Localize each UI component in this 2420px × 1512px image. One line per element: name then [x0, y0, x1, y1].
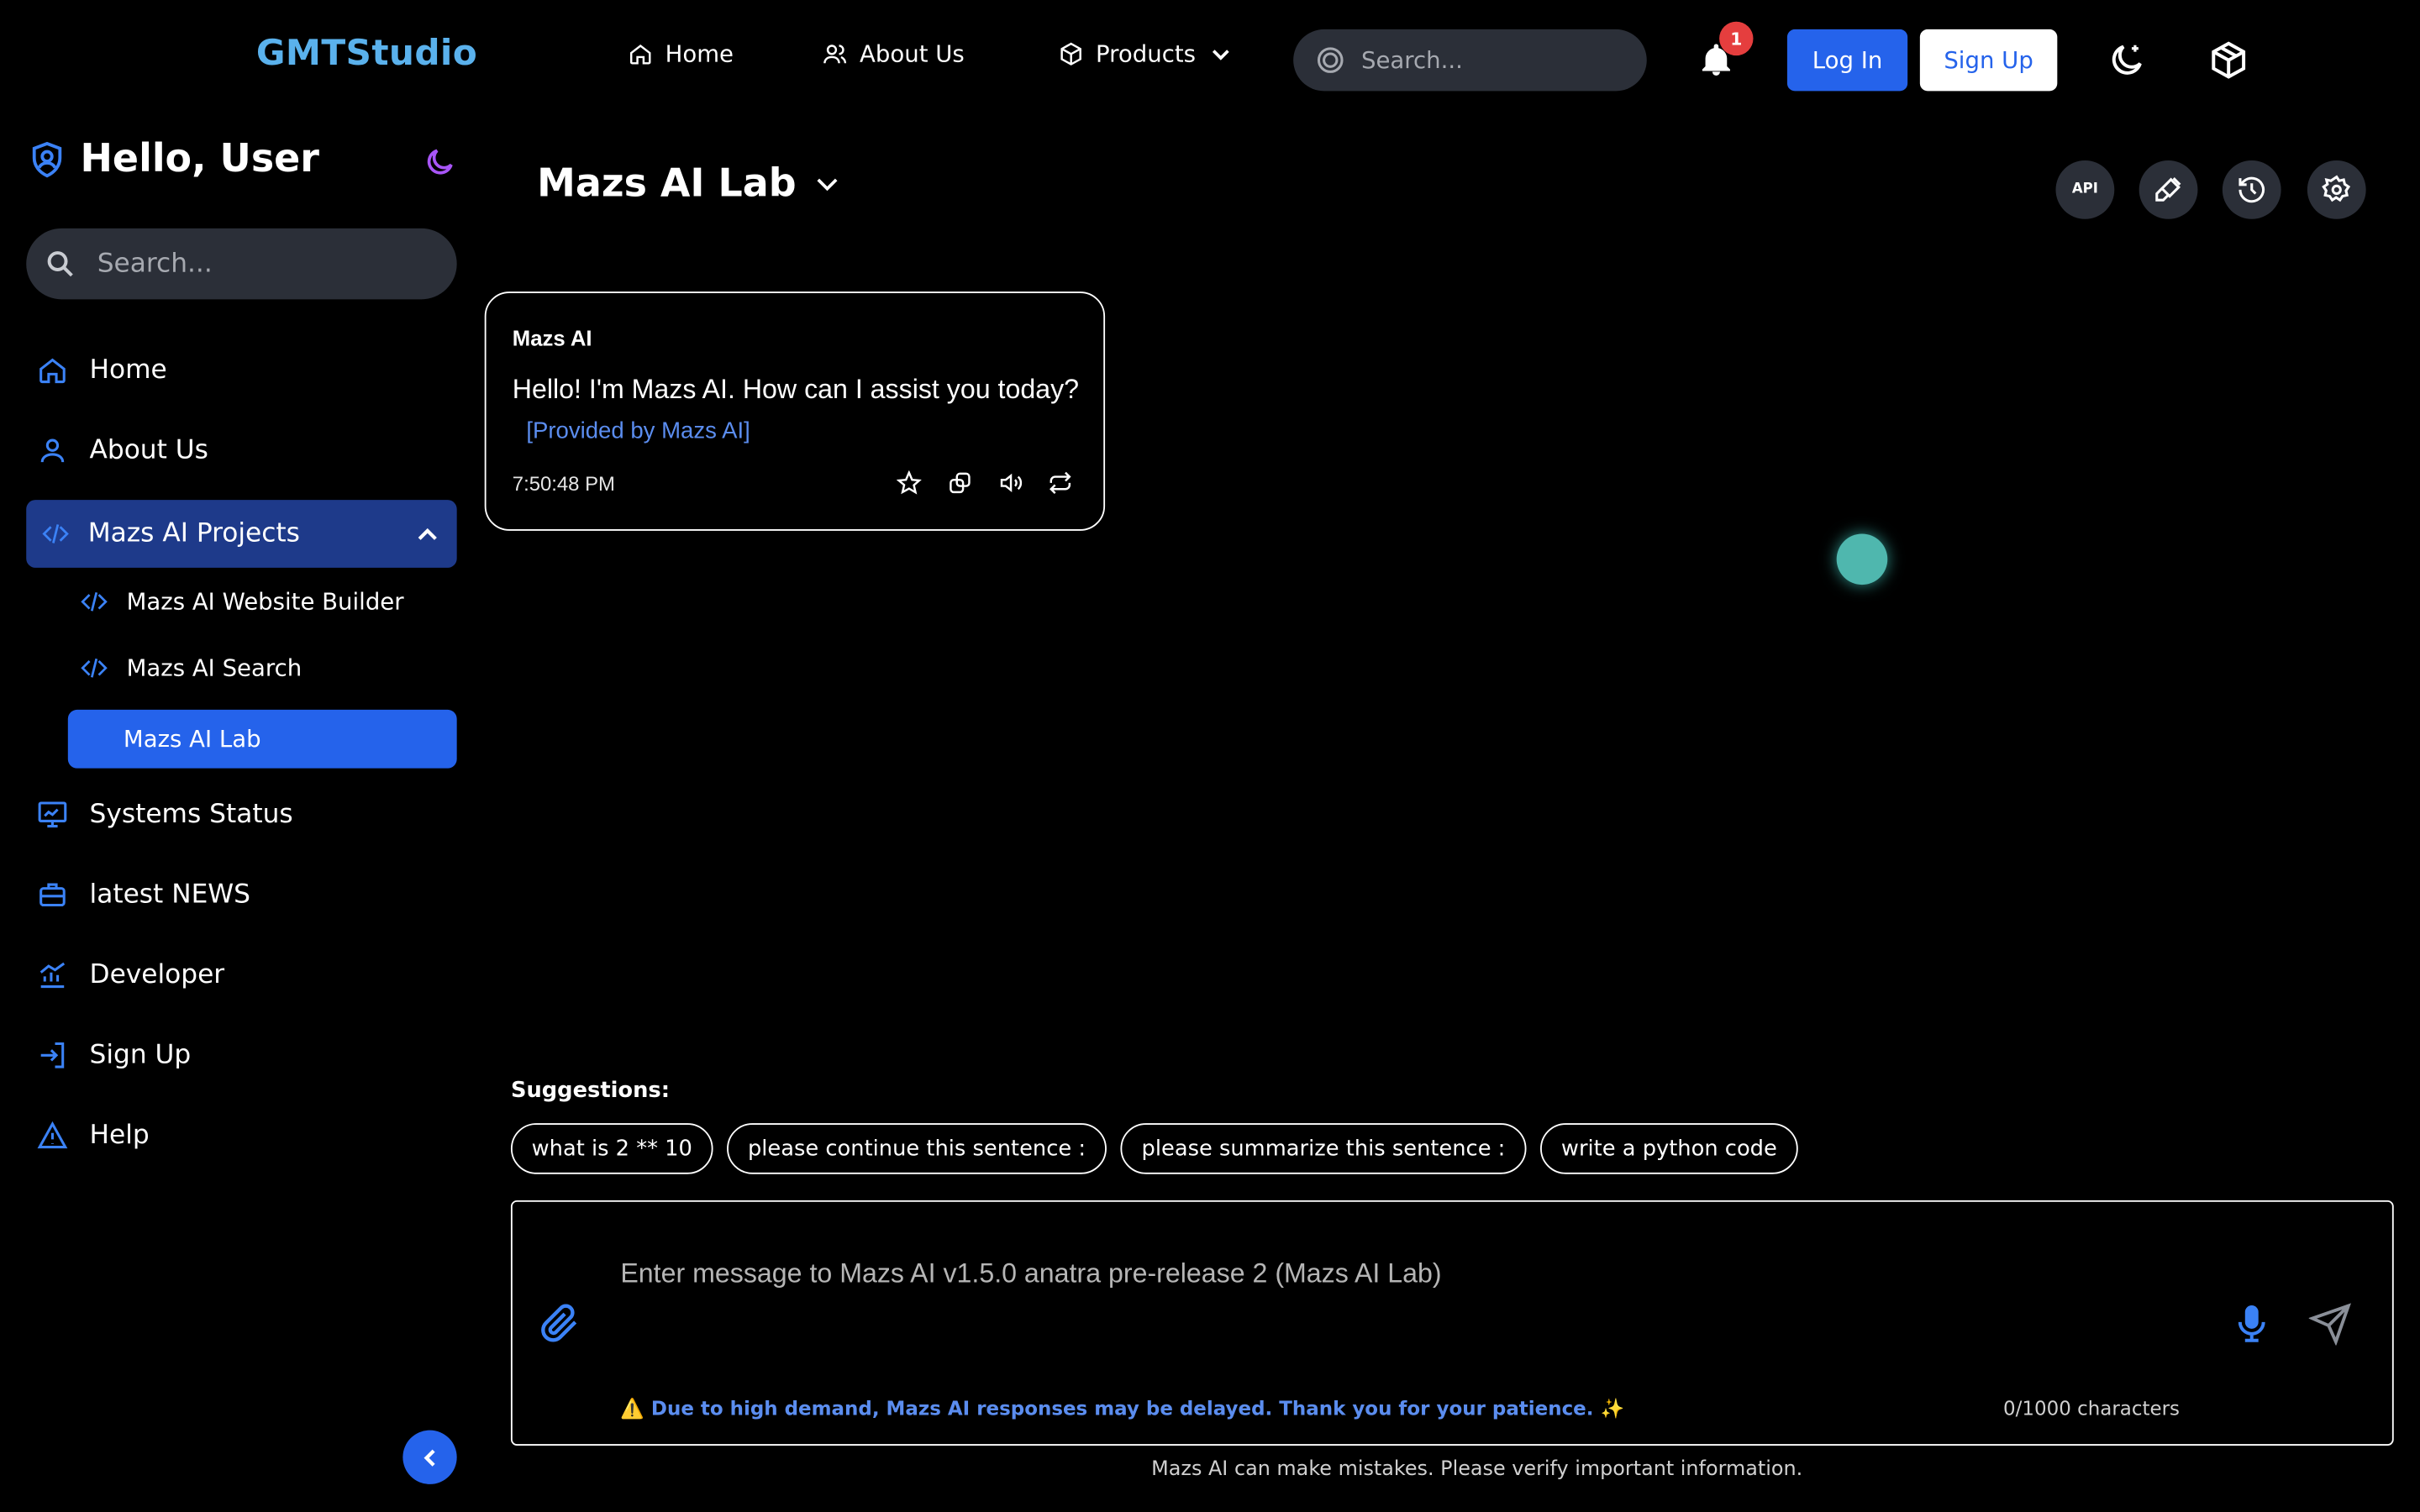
status-orb — [1836, 533, 1888, 585]
user-shield-icon — [32, 141, 62, 178]
message-composer: ⚠️ Due to high demand, Mazs AI responses… — [510, 1200, 2394, 1446]
collapse-sidebar-button[interactable] — [402, 1430, 457, 1484]
suggestion-chip[interactable]: what is 2 ** 10 — [510, 1123, 713, 1174]
copy-icon[interactable] — [948, 470, 972, 495]
cube-icon — [1060, 42, 1081, 66]
warning-icon — [37, 1121, 68, 1149]
sidebar-item-developer[interactable]: Developer — [37, 959, 224, 990]
search-circle-icon — [1317, 47, 1344, 73]
delay-warning: ⚠️ Due to high demand, Mazs AI responses… — [620, 1396, 1625, 1420]
sidebar-greeting: Hello, User — [80, 135, 319, 181]
history-button[interactable] — [2222, 160, 2281, 219]
nav-about-label: About Us — [860, 39, 965, 68]
paperclip-icon[interactable] — [540, 1304, 581, 1344]
microphone-icon[interactable] — [2232, 1302, 2272, 1345]
suggestion-chip[interactable]: write a python code — [1540, 1123, 1798, 1174]
page-title: Mazs AI Lab — [537, 160, 797, 206]
brush-button[interactable] — [2139, 160, 2198, 219]
sidebar-item-latest-news[interactable]: latest NEWS — [37, 879, 250, 911]
chevron-left-icon — [423, 1448, 434, 1466]
signup-button[interactable]: Sign Up — [1919, 29, 2058, 92]
sidebar-subitem-lab[interactable]: Mazs AI Lab — [67, 709, 457, 769]
sidebar-item-about[interactable]: About Us — [37, 435, 208, 466]
sidebar-item-projects[interactable]: Mazs AI Projects — [26, 500, 457, 568]
brand-logo[interactable]: GMTStudio — [256, 34, 477, 74]
ai-message-card: Mazs AI Hello! I'm Mazs AI. How can I as… — [484, 291, 1106, 531]
speaker-icon[interactable] — [997, 470, 1025, 495]
message-input[interactable] — [620, 1257, 2195, 1320]
send-icon[interactable] — [2308, 1302, 2352, 1346]
suggestion-chip[interactable]: please continue this sentence : — [727, 1123, 1107, 1174]
nav-about-link[interactable]: About Us — [823, 40, 965, 68]
top-search-input[interactable] — [1360, 46, 1624, 75]
sidebar-item-label: Home — [89, 354, 167, 386]
nav-home-label: Home — [665, 39, 734, 68]
moon-stars-icon[interactable] — [2107, 40, 2147, 81]
nav-home-link[interactable]: Home — [629, 40, 734, 68]
sidebar-search-input[interactable] — [97, 248, 437, 280]
message-provider: [Provided by Mazs AI] — [526, 417, 750, 444]
suggestions-label: Suggestions: — [510, 1078, 671, 1104]
nav-products-dropdown[interactable]: Products — [1059, 40, 1233, 68]
settings-button[interactable] — [2307, 160, 2366, 219]
chevron-down-icon — [1212, 50, 1229, 60]
home-icon — [39, 358, 66, 384]
history-icon — [2238, 176, 2265, 203]
star-icon[interactable] — [897, 470, 922, 495]
sidebar-subitem-website-builder[interactable]: Mazs AI Website Builder — [81, 588, 404, 616]
sidebar-item-home[interactable]: Home — [37, 354, 167, 386]
chevron-up-icon — [418, 528, 437, 540]
sidebar-subitem-label: Mazs AI Website Builder — [126, 587, 404, 616]
briefcase-icon — [39, 883, 66, 907]
users-icon — [823, 45, 847, 64]
login-button[interactable]: Log In — [1786, 29, 1908, 92]
brush-icon — [2155, 177, 2181, 202]
monitor-icon — [38, 801, 67, 828]
notification-badge: 1 — [1719, 21, 1754, 56]
page-title-dropdown[interactable]: Mazs AI Lab — [537, 160, 843, 205]
regenerate-icon[interactable] — [1048, 470, 1072, 495]
settings-icon — [2322, 175, 2351, 202]
code-icon — [42, 524, 69, 543]
sidebar-item-sign-up[interactable]: Sign Up — [37, 1040, 191, 1071]
sidebar-item-label: About Us — [89, 434, 208, 466]
chart-icon — [39, 962, 66, 989]
sidebar-item-label: Developer — [89, 959, 225, 991]
home-icon — [629, 44, 651, 65]
sidebar-search-bar[interactable] — [26, 228, 457, 300]
package-icon[interactable] — [2208, 40, 2249, 81]
sidebar-item-help[interactable]: Help — [37, 1120, 150, 1151]
sidebar-item-systems-status[interactable]: Systems Status — [37, 799, 293, 830]
message-timestamp: 7:50:48 PM — [512, 472, 615, 496]
sign-in-icon — [40, 1042, 65, 1068]
sidebar-item-label: Help — [89, 1120, 150, 1152]
moon-icon[interactable] — [423, 145, 456, 179]
character-counter: 0/1000 characters — [2003, 1396, 2181, 1420]
suggestion-chip[interactable]: please summarize this sentence : — [1120, 1123, 1527, 1174]
top-search-bar[interactable] — [1293, 29, 1647, 92]
user-icon — [40, 438, 65, 463]
search-icon — [47, 251, 73, 277]
message-author: Mazs AI — [512, 325, 592, 350]
sidebar-subitem-search[interactable]: Mazs AI Search — [81, 654, 302, 682]
sidebar-item-label: Sign Up — [89, 1039, 192, 1071]
api-button[interactable]: API — [2055, 160, 2115, 219]
code-icon — [81, 658, 108, 678]
chevron-down-icon — [817, 177, 838, 191]
sidebar-subitem-label: Mazs AI Search — [126, 654, 302, 682]
disclaimer-footer: Mazs AI can make mistakes. Please verify… — [1151, 1457, 1803, 1482]
sidebar-item-label: Mazs AI Projects — [87, 518, 300, 549]
message-text: Hello! I'm Mazs AI. How can I assist you… — [512, 373, 1080, 405]
api-icon: API — [2071, 181, 2098, 198]
sidebar-item-label: latest NEWS — [89, 879, 251, 911]
sidebar-item-label: Systems Status — [89, 799, 293, 831]
code-icon — [81, 591, 108, 612]
nav-products-label: Products — [1096, 39, 1197, 68]
